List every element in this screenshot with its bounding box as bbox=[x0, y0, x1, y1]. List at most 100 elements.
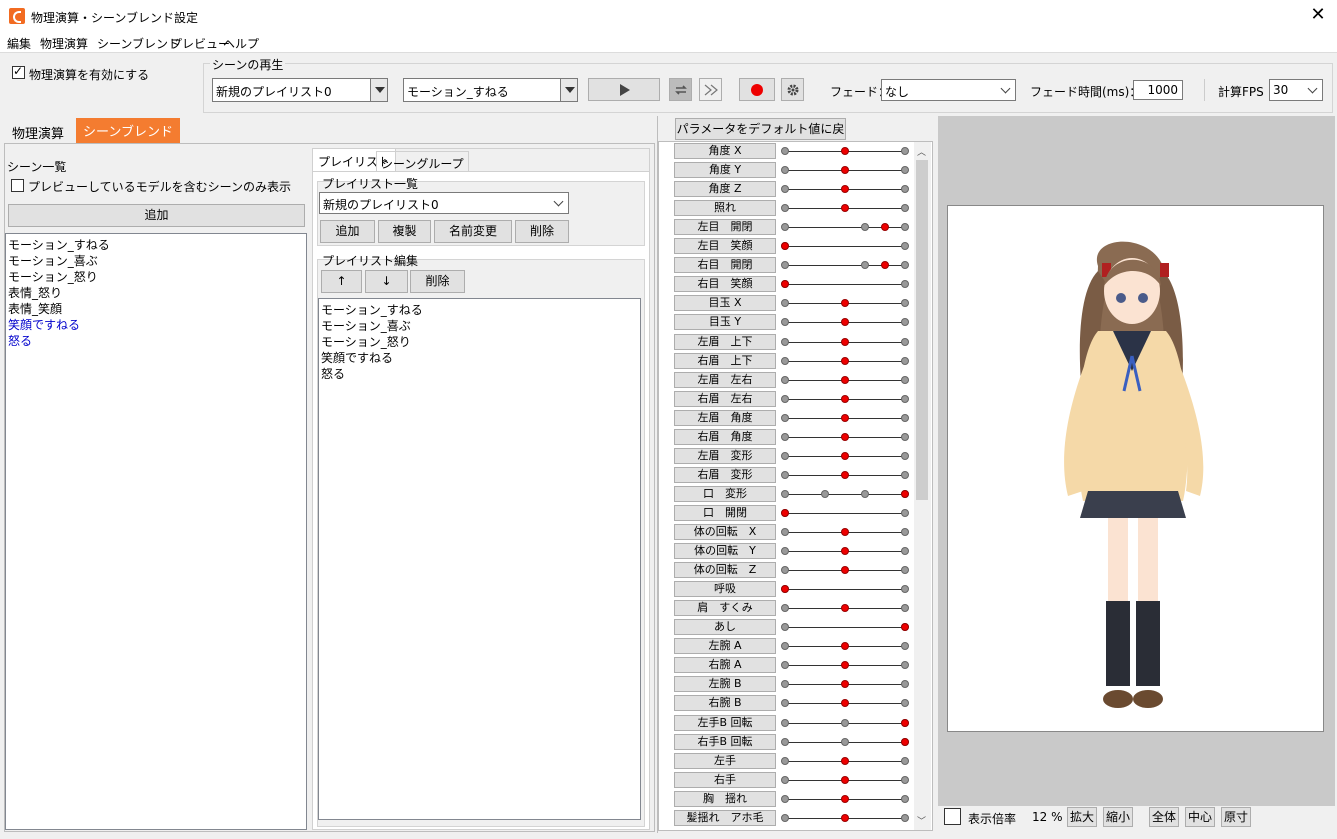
param-label-button[interactable]: 角度 Z bbox=[674, 181, 776, 198]
playlist-duplicate-button[interactable]: 複製 bbox=[378, 220, 431, 243]
tab-physics[interactable]: 物理演算 bbox=[7, 120, 69, 143]
param-label-button[interactable]: 左眉 変形 bbox=[674, 447, 776, 464]
param-slider-knob[interactable] bbox=[841, 337, 849, 346]
playlist-combo[interactable]: 新規のプレイリスト0 bbox=[212, 78, 388, 102]
param-slider-knob[interactable] bbox=[901, 489, 909, 498]
param-slider-track[interactable] bbox=[785, 627, 905, 629]
actual-size-button[interactable]: 原寸 bbox=[1221, 807, 1251, 827]
menu-physics[interactable]: 物理演算 bbox=[40, 35, 88, 52]
param-slider-knob[interactable] bbox=[781, 508, 789, 517]
param-slider-knob[interactable] bbox=[841, 413, 849, 422]
settings-button[interactable] bbox=[781, 78, 804, 101]
scrollbar-thumb[interactable] bbox=[916, 160, 928, 500]
param-label-button[interactable]: 右手 bbox=[674, 771, 776, 788]
param-label-button[interactable]: 左手B 回転 bbox=[674, 714, 776, 731]
param-slider-knob[interactable] bbox=[901, 718, 909, 727]
menu-help[interactable]: ヘルプ bbox=[223, 35, 259, 52]
playlist-add-button[interactable]: 追加 bbox=[320, 220, 375, 243]
param-slider-knob[interactable] bbox=[841, 147, 849, 155]
param-label-button[interactable]: あし bbox=[674, 619, 776, 636]
scene-filter-checkbox[interactable] bbox=[11, 179, 24, 192]
tab-scene-group[interactable]: シーングループ bbox=[376, 151, 469, 172]
fps-combo[interactable]: 30 bbox=[1269, 79, 1323, 101]
param-slider-knob[interactable] bbox=[841, 528, 849, 536]
move-down-button[interactable]: ↓ bbox=[365, 270, 408, 293]
list-item[interactable]: モーション_怒り bbox=[321, 333, 411, 350]
list-item[interactable]: モーション_怒り bbox=[8, 268, 98, 285]
param-slider-knob[interactable] bbox=[841, 470, 849, 479]
param-slider-knob[interactable] bbox=[841, 813, 849, 822]
fit-all-button[interactable]: 全体 bbox=[1149, 807, 1179, 827]
param-label-button[interactable]: 右腕 A bbox=[674, 657, 776, 674]
param-label-button[interactable]: 体の回転 Z bbox=[674, 562, 776, 579]
menu-scene-blend[interactable]: シーンブレンド bbox=[97, 35, 180, 52]
playlist-items-list[interactable]: モーション_すねる モーション_喜ぶ モーション_怒り 笑顔ですねる 怒る bbox=[318, 298, 641, 820]
param-label-button[interactable]: 左目 開閉 bbox=[674, 219, 776, 236]
param-label-button[interactable]: 右目 笑顔 bbox=[674, 276, 776, 293]
preview-canvas[interactable] bbox=[947, 205, 1324, 732]
skip-forward-button[interactable] bbox=[699, 78, 722, 101]
param-slider-knob[interactable] bbox=[841, 547, 849, 556]
zoom-out-button[interactable]: 縮小 bbox=[1103, 807, 1133, 827]
param-slider-knob[interactable] bbox=[880, 261, 889, 270]
param-slider-knob[interactable] bbox=[841, 775, 849, 784]
close-icon[interactable]: ✕ bbox=[1303, 4, 1333, 28]
list-item[interactable]: 表情_笑顔 bbox=[8, 300, 62, 317]
center-button[interactable]: 中心 bbox=[1185, 807, 1215, 827]
zoom-checkbox[interactable] bbox=[944, 808, 961, 825]
param-slider-track[interactable] bbox=[785, 284, 905, 286]
param-label-button[interactable]: 左眉 上下 bbox=[674, 333, 776, 350]
param-label-button[interactable]: 右眉 上下 bbox=[674, 352, 776, 369]
param-slider-knob[interactable] bbox=[841, 794, 849, 803]
param-slider-knob[interactable] bbox=[841, 394, 849, 403]
param-label-button[interactable]: 胸 揺れ bbox=[674, 790, 776, 807]
param-label-button[interactable]: 左眉 角度 bbox=[674, 409, 776, 426]
param-slider-knob[interactable] bbox=[841, 756, 849, 765]
param-slider-knob[interactable] bbox=[841, 432, 849, 441]
param-label-button[interactable]: 体の回転 Y bbox=[674, 543, 776, 560]
list-item[interactable]: 表情_怒り bbox=[8, 284, 62, 301]
param-slider-knob[interactable] bbox=[841, 375, 849, 384]
param-label-button[interactable]: 口 変形 bbox=[674, 485, 776, 502]
param-label-button[interactable]: 左目 笑顔 bbox=[674, 238, 776, 255]
param-label-button[interactable]: 角度 X bbox=[674, 143, 776, 159]
param-label-button[interactable]: 右眉 左右 bbox=[674, 390, 776, 407]
list-item[interactable]: モーション_喜ぶ bbox=[8, 252, 98, 269]
param-slider-track[interactable] bbox=[785, 589, 905, 591]
param-slider-knob[interactable] bbox=[901, 737, 909, 746]
param-label-button[interactable]: 左手 bbox=[674, 752, 776, 769]
param-label-button[interactable]: 左腕 B bbox=[674, 676, 776, 693]
param-label-button[interactable]: 目玉 Y bbox=[674, 314, 776, 331]
param-slider-track[interactable] bbox=[785, 512, 905, 514]
param-label-button[interactable]: 右目 開閉 bbox=[674, 257, 776, 274]
list-item[interactable]: 怒る bbox=[8, 332, 32, 349]
loop-toggle[interactable] bbox=[669, 78, 692, 101]
param-label-button[interactable]: 右手B 回転 bbox=[674, 733, 776, 750]
param-label-button[interactable]: 左眉 左右 bbox=[674, 371, 776, 388]
param-slider-track[interactable] bbox=[785, 493, 905, 495]
param-label-button[interactable]: 体の回転 X bbox=[674, 524, 776, 540]
param-label-button[interactable]: 右腕 B bbox=[674, 695, 776, 712]
list-item[interactable]: モーション_喜ぶ bbox=[321, 317, 411, 334]
playlist-delete-button[interactable]: 削除 bbox=[515, 220, 569, 243]
physics-enable-checkbox[interactable] bbox=[12, 64, 25, 79]
param-slider-track[interactable] bbox=[785, 246, 905, 248]
scroll-up-icon[interactable]: ︿ bbox=[917, 145, 926, 158]
param-label-button[interactable]: 髪揺れ アホ毛 bbox=[674, 809, 776, 826]
param-label-button[interactable]: 肩 すくみ bbox=[674, 600, 776, 617]
menu-preview[interactable]: プレビュー bbox=[170, 35, 230, 52]
menu-edit[interactable]: 編集 bbox=[7, 35, 31, 52]
list-item[interactable]: 怒る bbox=[321, 365, 345, 382]
playlist-item-remove-button[interactable]: 削除 bbox=[410, 270, 465, 293]
playlist-select[interactable]: 新規のプレイリスト0 bbox=[319, 192, 569, 214]
list-item[interactable]: 笑顔ですねる bbox=[8, 316, 80, 333]
scroll-down-icon[interactable]: ﹀ bbox=[917, 814, 926, 827]
param-label-button[interactable]: 口 開閉 bbox=[674, 504, 776, 521]
tab-scene-blend[interactable]: シーンブレンド bbox=[76, 118, 180, 143]
fade-combo[interactable]: なし bbox=[881, 79, 1016, 101]
param-label-button[interactable]: 目玉 X bbox=[674, 295, 776, 312]
param-label-button[interactable]: 左腕 A bbox=[674, 638, 776, 655]
reset-params-button[interactable]: パラメータをデフォルト値に戻す bbox=[675, 118, 846, 156]
list-item[interactable]: 笑顔ですねる bbox=[321, 349, 393, 366]
param-label-button[interactable]: 呼吸 bbox=[674, 581, 776, 598]
